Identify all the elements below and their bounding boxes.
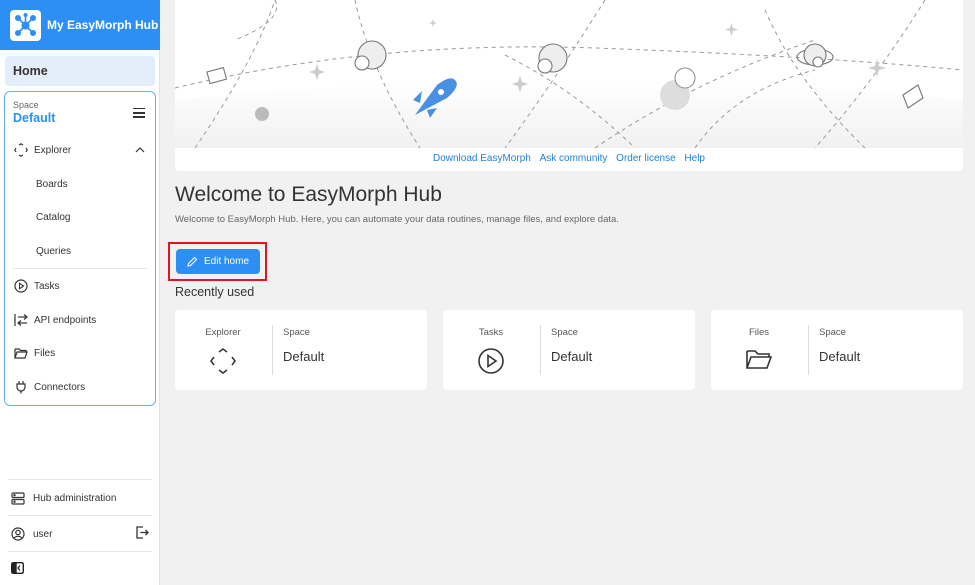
easymorph-logo-icon	[10, 9, 41, 41]
api-arrows-icon	[14, 313, 28, 327]
welcome-description: Welcome to EasyMorph Hub. Here, you can …	[175, 214, 619, 225]
link-download-easymorph[interactable]: Download EasyMorph	[433, 153, 531, 164]
recent-card-explorer[interactable]: Explorer Space Default	[175, 310, 427, 390]
divider	[8, 551, 152, 552]
chevron-up-icon[interactable]	[135, 145, 145, 156]
explorer-diamond-icon	[14, 143, 28, 157]
recent-card-files[interactable]: Files Space Default	[711, 310, 963, 390]
sidebar-item-hub-administration[interactable]: Hub administration	[0, 484, 160, 512]
sidebar-item-queries[interactable]: Queries	[5, 240, 155, 262]
explorer-diamond-icon	[175, 347, 271, 375]
sidebar-item-label: Hub administration	[33, 492, 117, 504]
sidebar: My EasyMorph Hub Home Space Default Expl…	[0, 0, 160, 585]
space-selector[interactable]: Default	[13, 111, 55, 125]
play-circle-icon	[14, 279, 28, 293]
banner-links: Download EasyMorph Ask community Order l…	[175, 153, 963, 164]
card-space-label: Space	[283, 327, 310, 338]
folder-icon	[711, 347, 807, 371]
card-kind: Files	[748, 327, 770, 338]
link-ask-community[interactable]: Ask community	[540, 153, 608, 164]
sidebar-item-files[interactable]: Files	[5, 342, 155, 364]
recent-card-tasks[interactable]: Tasks Space Default	[443, 310, 695, 390]
space-panel: Space Default Explorer Boards Catalog Qu…	[4, 91, 156, 406]
card-divider	[808, 325, 809, 375]
sidebar-item-tasks[interactable]: Tasks	[5, 275, 155, 297]
card-space-label: Space	[551, 327, 578, 338]
sidebar-item-home[interactable]: Home	[5, 56, 155, 86]
welcome-banner: Download EasyMorph Ask community Order l…	[175, 0, 963, 171]
sidebar-item-label: Home	[13, 64, 48, 78]
divider	[8, 479, 152, 480]
sidebar-item-api-endpoints[interactable]: API endpoints	[5, 309, 155, 331]
sidebar-item-catalog[interactable]: Catalog	[5, 206, 155, 228]
card-divider	[540, 325, 541, 375]
edit-home-label: Edit home	[203, 256, 250, 267]
link-help[interactable]: Help	[684, 153, 705, 164]
user-name: user	[33, 528, 53, 540]
sidebar-item-label: Connectors	[34, 381, 86, 393]
user-avatar-icon	[11, 527, 25, 541]
card-divider	[272, 325, 273, 375]
sidebar-item-label: Explorer	[34, 144, 72, 156]
play-circle-icon	[443, 347, 539, 375]
edit-home-button[interactable]: Edit home	[176, 249, 260, 274]
card-space-name: Default	[819, 349, 861, 364]
recently-used-title: Recently used	[175, 285, 255, 299]
sidebar-item-label: Queries	[36, 245, 72, 257]
divider	[13, 268, 147, 269]
server-icon	[11, 491, 25, 505]
folder-icon	[14, 346, 28, 360]
card-kind: Explorer	[205, 327, 241, 338]
space-label: Space	[13, 100, 39, 110]
menu-icon[interactable]	[133, 108, 145, 118]
sidebar-item-label: Tasks	[34, 280, 60, 292]
divider	[8, 515, 152, 516]
card-kind: Tasks	[478, 327, 504, 338]
user-row[interactable]: user	[0, 520, 160, 548]
link-order-license[interactable]: Order license	[616, 153, 675, 164]
card-space-label: Space	[819, 327, 846, 338]
collapse-sidebar-icon[interactable]	[10, 561, 25, 579]
plug-icon	[14, 380, 28, 394]
sidebar-item-label: Catalog	[36, 211, 71, 223]
space-illustration	[175, 0, 963, 148]
brand-header[interactable]: My EasyMorph Hub	[0, 0, 160, 50]
card-space-name: Default	[283, 349, 325, 364]
card-space-name: Default	[551, 349, 593, 364]
sidebar-item-label: Files	[34, 347, 56, 359]
sidebar-item-label: Boards	[36, 178, 68, 190]
page-title: Welcome to EasyMorph Hub	[175, 183, 442, 206]
sidebar-item-explorer[interactable]: Explorer	[5, 139, 155, 161]
sidebar-item-label: API endpoints	[34, 314, 97, 326]
sidebar-item-boards[interactable]: Boards	[5, 173, 155, 195]
pencil-icon	[187, 256, 198, 267]
brand-title: My EasyMorph Hub	[47, 18, 159, 32]
sidebar-item-connectors[interactable]: Connectors	[5, 376, 155, 398]
logout-icon[interactable]	[135, 526, 149, 542]
